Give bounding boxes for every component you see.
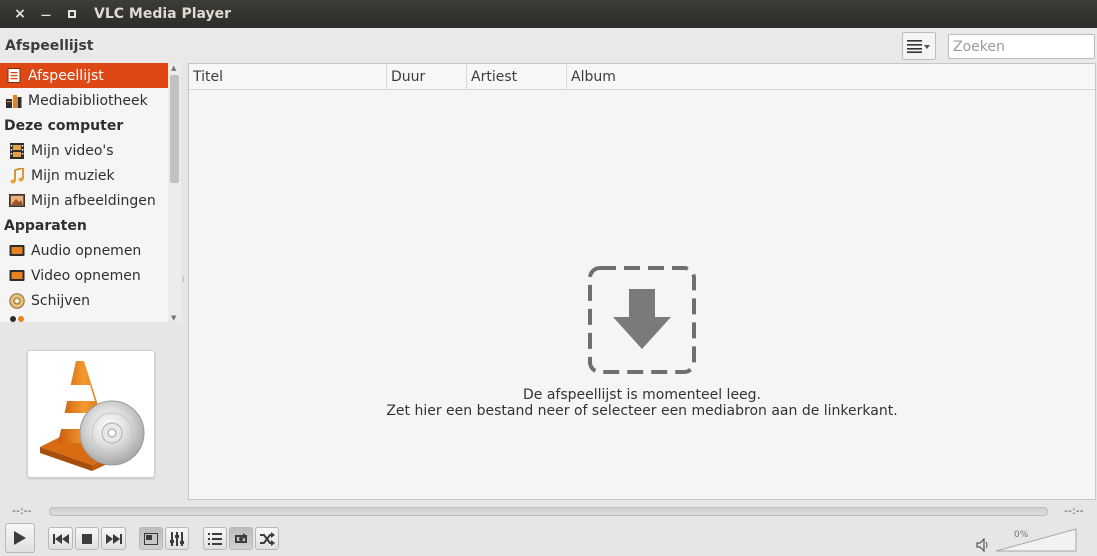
playlist-view[interactable]: Titel Duur Artiest Album De afspeellijst… [188, 63, 1096, 500]
sidebar-item-my-pictures[interactable]: Mijn afbeeldingen [0, 188, 181, 213]
splitter-grip-icon: ⁞ [182, 275, 184, 284]
sidebar-item-audio-capture[interactable]: Audio opnemen [0, 238, 181, 263]
playlist-title: Afspeellijst [5, 38, 94, 54]
list-view-icon [907, 40, 930, 53]
album-art-area [27, 350, 155, 478]
close-window-button[interactable]: × [12, 6, 28, 22]
sidebar-group-label: Apparaten [4, 217, 87, 234]
window-title: VLC Media Player [94, 6, 232, 22]
next-icon [105, 533, 122, 544]
scroll-up-arrow-icon[interactable]: ▲ [171, 64, 176, 72]
sidebar-item-label: Afspeellijst [28, 67, 104, 84]
minimize-icon: — [41, 10, 51, 21]
playlist-toolbar: Afspeellijst [0, 28, 1097, 63]
maximize-icon [68, 10, 76, 18]
empty-playlist-message: De afspeellijst is momenteel leeg. Zet h… [189, 387, 1095, 419]
shuffle-icon [260, 531, 275, 546]
seek-row: --:-- --:-- [0, 500, 1097, 522]
column-album[interactable]: Album [567, 64, 1095, 90]
sidebar-group-this-computer: Deze computer [0, 113, 181, 138]
loop-button[interactable] [229, 527, 253, 550]
sidebar-item-label: Audio opnemen [31, 242, 142, 259]
shuffle-button[interactable] [255, 527, 279, 550]
sidebar-item-label: Schijven [31, 292, 91, 309]
vlc-cone-logo-icon [40, 361, 145, 471]
sidebar-scrollbar[interactable]: ▲ ▼ [168, 63, 181, 322]
sidebar-item-media-library[interactable]: Mediabibliotheek [0, 88, 181, 113]
sidebar-item-label: Mijn video's [31, 142, 114, 159]
previous-button[interactable] [48, 527, 73, 550]
close-icon: × [14, 6, 26, 22]
sidebar-item-cut-off [0, 313, 181, 322]
extended-settings-button[interactable] [165, 527, 189, 550]
sidebar-item-label: Mijn muziek [31, 167, 115, 184]
picture-icon [9, 193, 25, 209]
sidebar-item-label: Mediabibliotheek [28, 92, 148, 109]
maximize-window-button[interactable] [64, 6, 80, 22]
sidebar-item-playlist[interactable]: Afspeellijst [0, 63, 168, 88]
music-note-icon [9, 167, 25, 184]
play-button[interactable] [5, 523, 35, 553]
fullscreen-icon [144, 532, 158, 545]
search-input[interactable] [948, 34, 1095, 59]
column-title[interactable]: Titel [189, 64, 387, 90]
sidebar-group-label: Deze computer [4, 117, 124, 134]
film-icon [9, 142, 25, 159]
scroll-down-arrow-icon[interactable]: ▼ [171, 314, 176, 322]
empty-message-line-1: De afspeellijst is momenteel leeg. [522, 387, 762, 403]
sidebar-item-discs[interactable]: Schijven [0, 288, 181, 313]
elapsed-time[interactable]: --:-- [12, 504, 32, 517]
column-artist[interactable]: Artiest [467, 64, 567, 90]
sidebar-item-my-music[interactable]: Mijn muziek [0, 163, 181, 188]
title-bar: × — VLC Media Player [0, 0, 1097, 28]
loop-icon [235, 532, 247, 543]
empty-message-line-2: Zet hier een bestand neer of selecteer e… [386, 403, 898, 419]
seek-slider[interactable] [49, 507, 1048, 516]
equalizer-icon [170, 531, 184, 546]
sidebar-group-devices: Apparaten [0, 213, 181, 238]
sidebar: Afspeellijst Mediabibliotheek Deze compu… [0, 63, 181, 322]
disc-icon [9, 292, 25, 309]
capture-icon [9, 243, 25, 259]
playlist-column-header: Titel Duur Artiest Album [189, 64, 1095, 90]
speaker-icon[interactable] [976, 538, 990, 552]
stop-icon [82, 533, 92, 544]
sidebar-scrollbar-thumb[interactable] [170, 75, 179, 183]
sidebar-item-my-videos[interactable]: Mijn video's [0, 138, 181, 163]
sidebar-item-label: Mijn afbeeldingen [31, 192, 156, 209]
previous-icon [52, 533, 69, 544]
fullscreen-button[interactable] [139, 527, 163, 550]
volume-slider[interactable] [995, 528, 1077, 552]
volume-percent: 0% [1014, 530, 1029, 540]
sidebar-item-video-capture[interactable]: Video opnemen [0, 263, 181, 288]
capture-icon [9, 268, 25, 284]
network-icon [9, 313, 25, 322]
playlist-list-icon [208, 532, 222, 545]
sidebar-splitter[interactable]: ⁞ [181, 63, 188, 500]
media-library-icon [6, 93, 22, 109]
stop-button[interactable] [75, 527, 99, 550]
view-mode-button[interactable] [902, 32, 936, 60]
toggle-playlist-button[interactable] [203, 527, 227, 550]
column-duration[interactable]: Duur [387, 64, 467, 90]
sidebar-item-label: Video opnemen [31, 267, 141, 284]
drop-download-icon [588, 266, 696, 374]
playlist-icon [6, 68, 22, 84]
next-button[interactable] [101, 527, 126, 550]
playback-controls: 0% [0, 522, 1097, 556]
minimize-window-button[interactable]: — [38, 6, 54, 22]
remaining-time[interactable]: --:-- [1064, 504, 1084, 517]
play-icon [14, 531, 26, 545]
